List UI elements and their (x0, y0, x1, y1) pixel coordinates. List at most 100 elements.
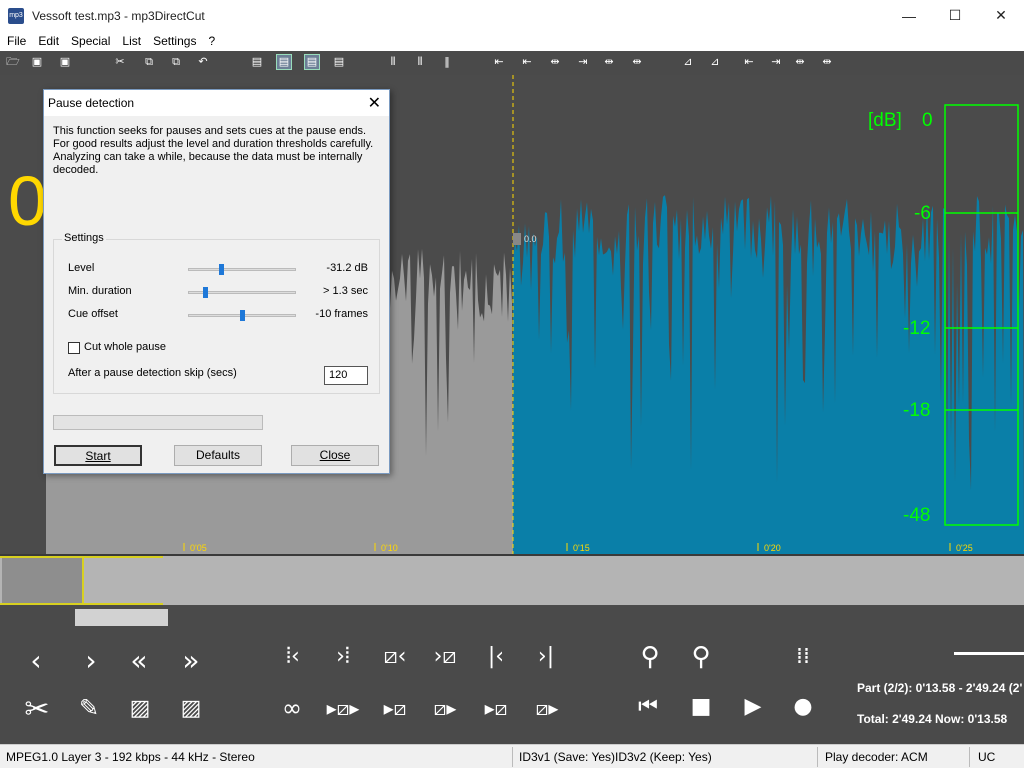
start-button[interactable]: Start (54, 445, 142, 466)
menu-help[interactable]: ? (201, 34, 220, 48)
cue-offset-value: -10 frames (315, 308, 368, 320)
page-icon[interactable]: ▤ (250, 55, 264, 69)
move-both-icon[interactable]: ⇹ (548, 55, 562, 69)
big-time-digit: 0 (8, 162, 47, 240)
skip-back-icon[interactable]: ⏮ (631, 694, 665, 719)
menu-file[interactable]: File (0, 34, 31, 48)
fast-back-icon[interactable]: « (122, 644, 156, 677)
cue-prev-icon[interactable]: ⇤ (742, 55, 756, 69)
goto-sel-end-icon[interactable]: ›| (529, 644, 563, 669)
step-forward-icon[interactable]: › (74, 644, 108, 677)
sel-end-left-icon[interactable]: ⧄‹ (378, 644, 412, 669)
settings-group: Settings Level -31.2 dB Min. duration > … (53, 232, 380, 394)
dialog-description: This function seeks for pauses and sets … (53, 125, 374, 176)
level-slider[interactable] (188, 264, 296, 275)
expand-icon[interactable]: ⇹ (602, 55, 616, 69)
status-id3v1: ID3v1 (Save: Yes) (519, 750, 616, 764)
cue-marker-label: 0.0 (524, 234, 537, 244)
overview-strip[interactable] (0, 554, 1024, 606)
level-slider-thumb[interactable] (218, 264, 224, 275)
vu-label-0: 0 (922, 110, 933, 131)
copy-icon[interactable]: ⧉ (142, 55, 156, 69)
levels-icon[interactable]: ⁞⁞ (786, 644, 820, 669)
fade-out-icon[interactable]: ⊿ (708, 55, 722, 69)
record-icon[interactable]: ● (786, 694, 820, 719)
volume-slider[interactable] (954, 652, 1024, 655)
zoom-in-icon[interactable]: ⚲ (633, 642, 667, 672)
close-window-button[interactable]: ✕ (978, 0, 1024, 31)
paste-icon[interactable]: ⧉ (169, 55, 183, 69)
cue-marker[interactable] (513, 233, 521, 245)
cut-whole-pause-label: Cut whole pause (84, 341, 166, 353)
play-icon[interactable]: ▶ (736, 694, 770, 719)
play-from-sel-icon[interactable]: ⧄▸ (428, 696, 462, 720)
fade-in-icon[interactable]: ⊿ (681, 55, 695, 69)
page-b-icon[interactable]: ▤ (304, 54, 320, 70)
goto-start-icon[interactable]: ⇤ (492, 55, 506, 69)
scissors-icon[interactable]: ✂ (20, 692, 54, 727)
menu-special[interactable]: Special (64, 34, 115, 48)
vu-label-12: -12 (903, 318, 930, 339)
goto-sel-start-icon[interactable]: |‹ (479, 644, 513, 669)
skip-input[interactable]: 120 (324, 366, 368, 385)
move-left-icon[interactable]: ⇤ (520, 55, 534, 69)
close-button[interactable]: Close (291, 445, 379, 466)
overview-cursor[interactable] (82, 556, 84, 605)
title-bar: mp3 Vessoft test.mp3 - mp3DirectCut — ☐ … (0, 0, 1024, 31)
maximize-button[interactable]: ☐ (932, 0, 978, 31)
save-as-icon[interactable]: ▣ (58, 55, 72, 69)
sel-start-left-icon[interactable]: ⦙‹ (276, 644, 310, 669)
markers-icon[interactable]: ⦀ (386, 55, 400, 69)
pause-marks-icon[interactable]: ‖ (440, 55, 454, 69)
select-block-2-icon[interactable]: ▨ (174, 696, 208, 721)
menu-edit[interactable]: Edit (31, 34, 64, 48)
control-panel: ‹ › « » ⦙‹ ›⦙ ⧄‹ ›⧄ |‹ ›| ⚲ ⚲ ⁞⁞ ✂ ✎ ▨ ▨… (0, 606, 1024, 744)
page-a-icon[interactable]: ▤ (276, 54, 292, 70)
menu-list[interactable]: List (115, 34, 146, 48)
shrink-icon[interactable]: ⇹ (630, 55, 644, 69)
select-block-icon[interactable]: ▨ (123, 696, 157, 721)
page-c-icon[interactable]: ▤ (332, 55, 346, 69)
status-divider (817, 747, 818, 767)
min-duration-slider-thumb[interactable] (202, 287, 208, 298)
marker-icon[interactable]: ⦀ (413, 55, 427, 69)
move-right-icon[interactable]: ⇥ (576, 55, 590, 69)
open-icon[interactable]: 🗁 (6, 55, 20, 69)
cut-icon[interactable]: ✂ (113, 55, 127, 69)
window-title: Vessoft test.mp3 - mp3DirectCut (32, 8, 205, 23)
stop-icon[interactable]: ■ (684, 694, 718, 719)
cue-offset-slider-thumb[interactable] (240, 310, 245, 321)
status-format: MPEG1.0 Layer 3 - 192 kbps - 44 kHz - St… (6, 750, 255, 764)
sel-start-right-icon[interactable]: ›⦙ (326, 644, 360, 669)
vu-label-18: -18 (903, 400, 930, 421)
app-icon: mp3 (8, 7, 24, 24)
play-selection-icon[interactable]: ▸⧄▸ (326, 696, 360, 720)
min-duration-slider[interactable] (188, 287, 296, 298)
sel-end-right-icon[interactable]: ›⧄ (428, 644, 462, 669)
dialog-close-icon[interactable]: ✕ (368, 93, 381, 112)
defaults-button[interactable]: Defaults (174, 445, 262, 466)
step-back-icon[interactable]: ‹ (19, 644, 53, 677)
cue-split-icon[interactable]: ⇹ (820, 55, 834, 69)
scroll-thumb[interactable] (75, 609, 168, 626)
play-after-sel-icon[interactable]: ⧄▸ (530, 696, 564, 720)
toolbar: 🗁 ▣ ▣ ✂ ⧉ ⧉ ↶ ▤ ▤ ▤ ▤ ⦀ ⦀ ‖ ⇤ ⇤ ⇹ ⇥ ⇹ ⇹ … (0, 51, 1024, 75)
cue-next-icon[interactable]: ⇥ (769, 55, 783, 69)
minimize-button[interactable]: — (886, 0, 932, 31)
fast-forward-icon[interactable]: » (174, 644, 208, 677)
zoom-out-icon[interactable]: ⚲ (684, 642, 718, 672)
menu-settings[interactable]: Settings (146, 34, 201, 48)
pause-detection-dialog: Pause detection ✕ This function seeks fo… (43, 89, 390, 474)
play-to-sel-icon[interactable]: ▸⧄ (378, 696, 412, 720)
save-icon[interactable]: ▣ (30, 55, 44, 69)
loop-icon[interactable]: ∞ (275, 694, 309, 722)
pencil-icon[interactable]: ✎ (72, 694, 106, 722)
cue-both-icon[interactable]: ⇹ (793, 55, 807, 69)
play-sel-end-icon[interactable]: ▸⧄ (479, 696, 513, 720)
waveform-selected (513, 195, 1024, 554)
cue-offset-slider[interactable] (188, 310, 296, 321)
undo-icon[interactable]: ↶ (196, 55, 210, 69)
level-label: Level (68, 262, 95, 274)
cut-whole-pause-checkbox[interactable] (68, 342, 80, 354)
status-divider (512, 747, 513, 767)
